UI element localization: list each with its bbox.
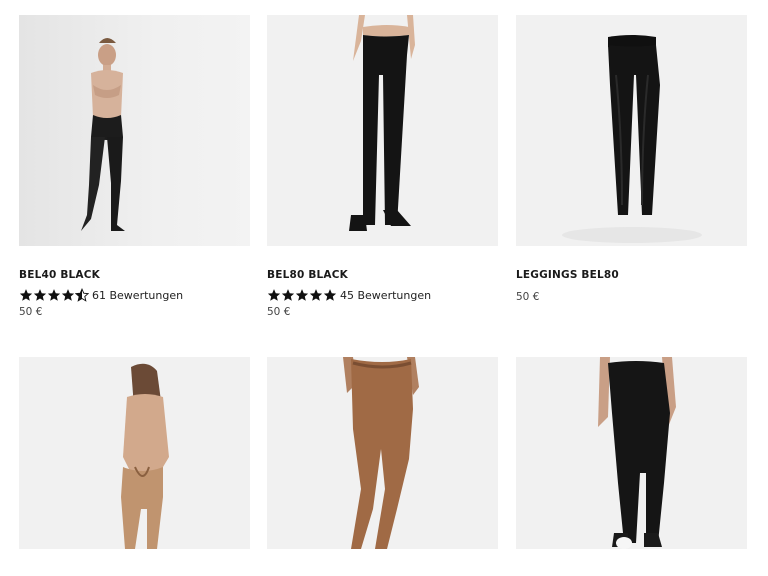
product-card-bel40-black[interactable]: BEL40 BLACK 61 Bewertungen 50 € <box>19 15 250 318</box>
star-full-icon <box>19 289 33 301</box>
product-card-bel80-black[interactable]: BEL80 BLACK 45 Bewertungen 50 € <box>267 15 498 318</box>
star-full-icon <box>47 289 61 301</box>
star-full-icon <box>61 289 75 301</box>
product-price: 50 € <box>267 306 291 318</box>
product-price: 50 € <box>516 291 540 303</box>
star-full-icon <box>281 289 295 301</box>
product-card[interactable] <box>267 357 498 549</box>
star-half-icon <box>75 288 89 302</box>
star-full-icon <box>267 289 281 301</box>
product-image-bel40-black[interactable] <box>19 15 250 246</box>
product-card-leggings-bel80[interactable]: LEGGINGS BEL80 50 € <box>516 15 747 303</box>
star-full-icon <box>295 289 309 301</box>
product-price: 50 € <box>19 306 43 318</box>
product-title[interactable]: LEGGINGS BEL80 <box>516 268 747 282</box>
product-image-leggings-bel80[interactable] <box>516 15 747 246</box>
product-title[interactable]: BEL80 BLACK <box>267 268 498 282</box>
star-full-icon <box>323 289 337 301</box>
product-rating[interactable]: 61 Bewertungen <box>19 287 250 303</box>
star-full-icon <box>33 289 47 301</box>
product-image-bel80-black[interactable] <box>267 15 498 246</box>
product-image[interactable] <box>267 357 498 549</box>
rating-stars <box>267 288 337 302</box>
product-card[interactable] <box>19 357 250 549</box>
product-rating[interactable]: 45 Bewertungen <box>267 287 498 303</box>
product-image[interactable] <box>19 357 250 549</box>
product-card[interactable] <box>516 357 747 549</box>
rating-count: 61 Bewertungen <box>92 288 184 302</box>
rating-count: 45 Bewertungen <box>340 288 432 302</box>
product-image[interactable] <box>516 357 747 549</box>
rating-stars <box>19 288 89 302</box>
star-full-icon <box>309 289 323 301</box>
product-title[interactable]: BEL40 BLACK <box>19 268 250 282</box>
